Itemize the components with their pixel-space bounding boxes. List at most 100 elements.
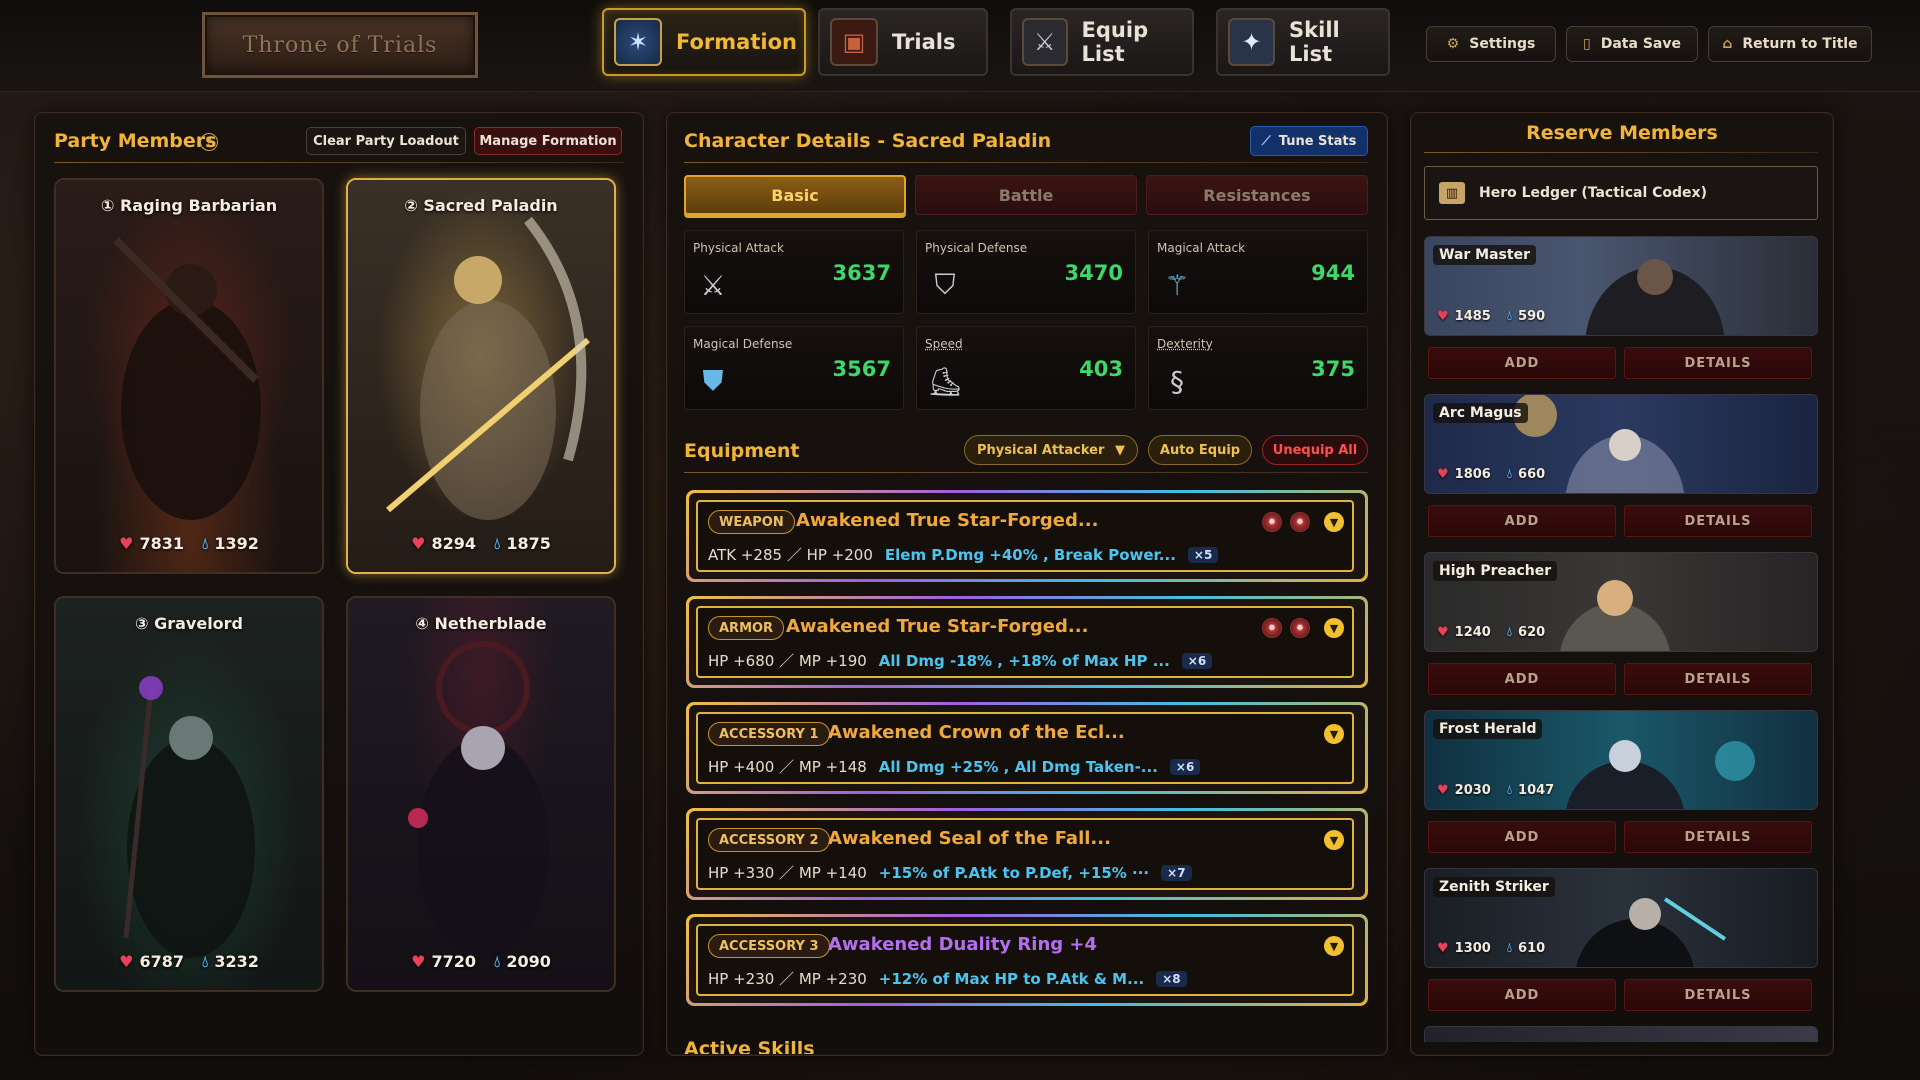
stat-physical-attack: Physical Attack ⚔ 3637	[684, 230, 904, 314]
expand-icon[interactable]: ▼	[1324, 724, 1344, 744]
formation-icon: ✶	[614, 18, 662, 66]
effect-count: ×6	[1169, 758, 1201, 775]
reserve-name: Frost Herald	[1433, 719, 1543, 739]
nav-skill-list-button[interactable]: ✦ Skill List	[1216, 8, 1390, 76]
equip-base-stats: HP +330 ／ MP +140	[708, 864, 867, 882]
help-icon[interactable]: ?	[200, 133, 218, 151]
reserve-name: Zenith Striker	[1433, 877, 1555, 897]
reserve-name: War Master	[1433, 245, 1536, 265]
party-card-sacred-paladin[interactable]: ② Sacred Paladin ♥ 8294 💧︎ 1875	[346, 178, 616, 574]
nav-trials-button[interactable]: ▣ Trials	[818, 8, 988, 76]
expand-icon[interactable]: ▼	[1324, 830, 1344, 850]
tab-basic[interactable]: Basic	[684, 175, 906, 215]
heart-icon: ♥	[411, 952, 426, 971]
mana-drop-icon: 💧︎	[201, 952, 209, 971]
reserve-details-button[interactable]: DETAILS	[1624, 821, 1812, 853]
expand-icon[interactable]: ▼	[1324, 936, 1344, 956]
slot-badge: ACCESSORY 2	[708, 828, 830, 852]
reserve-hp: 1806	[1454, 467, 1491, 482]
slot-badge: ACCESSORY 3	[708, 934, 830, 958]
reserve-list: War Master ♥ 1485 💧︎ 590 ADD DETAILS Arc Ma…	[1410, 232, 1834, 1042]
reserve-add-button[interactable]: ADD	[1428, 821, 1616, 853]
equip-name: Awakened Seal of the Fall...	[828, 828, 1111, 849]
settings-button[interactable]: ⚙ Settings	[1426, 26, 1556, 62]
clear-party-button[interactable]: Clear Party Loadout	[306, 127, 466, 155]
party-card-raging-barbarian[interactable]: ① Raging Barbarian ♥ 7831 💧︎ 1392	[54, 178, 324, 574]
mana-drop-icon: 💧︎	[1506, 941, 1513, 956]
tune-stats-button[interactable]: ⟋ Tune Stats	[1250, 126, 1368, 156]
barbarian-portrait	[56, 180, 322, 572]
manage-formation-button[interactable]: Manage Formation	[474, 127, 622, 155]
exit-door-icon: ⌂	[1722, 36, 1733, 52]
stat-magical-defense: Magical Defense ⛊ 3567	[684, 326, 904, 410]
equip-slot-accessory-3[interactable]: ACCESSORY 3 Awakened Duality Ring +4 ▼ H…	[686, 914, 1368, 1006]
reserve-details-button[interactable]: DETAILS	[1624, 663, 1812, 695]
member-mp: 1875	[506, 534, 551, 553]
party-card-netherblade[interactable]: ④ Netherblade ♥ 7720 💧︎ 2090	[346, 596, 616, 992]
reserve-details-button[interactable]: DETAILS	[1624, 505, 1812, 537]
reserve-details-button[interactable]: DETAILS	[1624, 347, 1812, 379]
slot-badge: WEAPON	[708, 510, 795, 534]
reserve-hp: 1240	[1454, 625, 1491, 640]
reserve-card-partial[interactable]	[1424, 1026, 1818, 1042]
reserve-add-button[interactable]: ADD	[1428, 979, 1616, 1011]
equip-name: Awakened True Star-Forged...	[796, 510, 1099, 531]
expand-icon[interactable]: ▼	[1324, 512, 1344, 532]
heart-icon: ♥	[1437, 625, 1449, 640]
skill-icon: ✦	[1228, 18, 1276, 66]
stat-dexterity: Dexterity § 375	[1148, 326, 1368, 410]
data-save-button[interactable]: ▯ Data Save	[1566, 26, 1698, 62]
wand-icon: ⟋	[1261, 133, 1271, 149]
settings-label: Settings	[1469, 36, 1536, 52]
party-title: Party Members	[54, 130, 217, 152]
party-card-gravelord[interactable]: ③ Gravelord ♥ 6787 💧︎ 3232	[54, 596, 324, 992]
stat-value: 944	[1311, 261, 1355, 285]
reserve-name: High Preacher	[1433, 561, 1558, 581]
active-skills-title: Active Skills	[684, 1038, 815, 1054]
tab-resistances[interactable]: Resistances	[1146, 175, 1368, 215]
reserve-card-high-preacher[interactable]: High Preacher ♥ 1240 💧︎ 620	[1424, 552, 1818, 652]
reserve-card-war-master[interactable]: War Master ♥ 1485 💧︎ 590	[1424, 236, 1818, 336]
reserve-add-button[interactable]: ADD	[1428, 663, 1616, 695]
member-name: ④ Netherblade	[415, 614, 547, 633]
reserve-add-button[interactable]: ADD	[1428, 505, 1616, 537]
tune-stats-label: Tune Stats	[1278, 133, 1357, 149]
reserve-mp: 620	[1518, 625, 1546, 640]
stat-label: Magical Defense	[693, 337, 793, 351]
stat-label[interactable]: Speed	[925, 337, 963, 351]
paladin-portrait	[348, 180, 614, 572]
nav-equip-list-label: Equip List	[1081, 18, 1149, 66]
hero-ledger-label: Hero Ledger (Tactical Codex)	[1479, 185, 1707, 201]
return-to-title-button[interactable]: ⌂ Return to Title	[1708, 26, 1872, 62]
heart-icon: ♥	[1437, 309, 1449, 324]
nav-equip-list-button[interactable]: ⚔ Equip List	[1010, 8, 1194, 76]
reserve-card-arc-magus[interactable]: Arc Magus ♥ 1806 💧︎ 660	[1424, 394, 1818, 494]
reserve-add-button[interactable]: ADD	[1428, 347, 1616, 379]
equip-slot-accessory-1[interactable]: ACCESSORY 1 Awakened Crown of the Ecl...…	[686, 702, 1368, 794]
game-logo: Throne of Trials	[202, 12, 478, 78]
tab-battle[interactable]: Battle	[915, 175, 1137, 215]
member-name: ② Sacred Paladin	[404, 196, 558, 215]
equip-effects: +15% of P.Atk to P.Def, +15% ···	[878, 863, 1150, 882]
preset-dropdown[interactable]: Physical Attacker ▼	[964, 435, 1138, 465]
reserve-card-zenith-striker[interactable]: Zenith Striker ♥ 1300 💧︎ 610	[1424, 868, 1818, 968]
member-hp: 6787	[139, 952, 184, 971]
expand-icon[interactable]: ▼	[1324, 618, 1344, 638]
mana-drop-icon: 💧︎	[1506, 783, 1513, 798]
equipment-divider	[684, 472, 1368, 473]
equip-slot-accessory-2[interactable]: ACCESSORY 2 Awakened Seal of the Fall...…	[686, 808, 1368, 900]
stat-value: 3567	[832, 357, 891, 381]
auto-equip-button[interactable]: Auto Equip	[1148, 435, 1252, 465]
equip-slot-armor[interactable]: ARMOR Awakened True Star-Forged... ✹ ✹ ▼…	[686, 596, 1368, 688]
hero-ledger-button[interactable]: ▥ Hero Ledger (Tactical Codex)	[1424, 166, 1818, 220]
heart-icon: ♥	[411, 534, 426, 553]
netherblade-portrait	[348, 598, 614, 990]
reserve-details-button[interactable]: DETAILS	[1624, 979, 1812, 1011]
chevron-down-icon: ▼	[1115, 442, 1125, 458]
reserve-card-frost-herald[interactable]: Frost Herald ♥ 2030 💧︎ 1047	[1424, 710, 1818, 810]
stat-label[interactable]: Dexterity	[1157, 337, 1213, 351]
equip-slot-weapon[interactable]: WEAPON Awakened True Star-Forged... ✹ ✹ …	[686, 490, 1368, 582]
unequip-all-button[interactable]: Unequip All	[1262, 435, 1368, 465]
logo-text: Throne of Trials	[242, 32, 438, 58]
nav-formation-button[interactable]: ✶ Formation	[602, 8, 806, 76]
